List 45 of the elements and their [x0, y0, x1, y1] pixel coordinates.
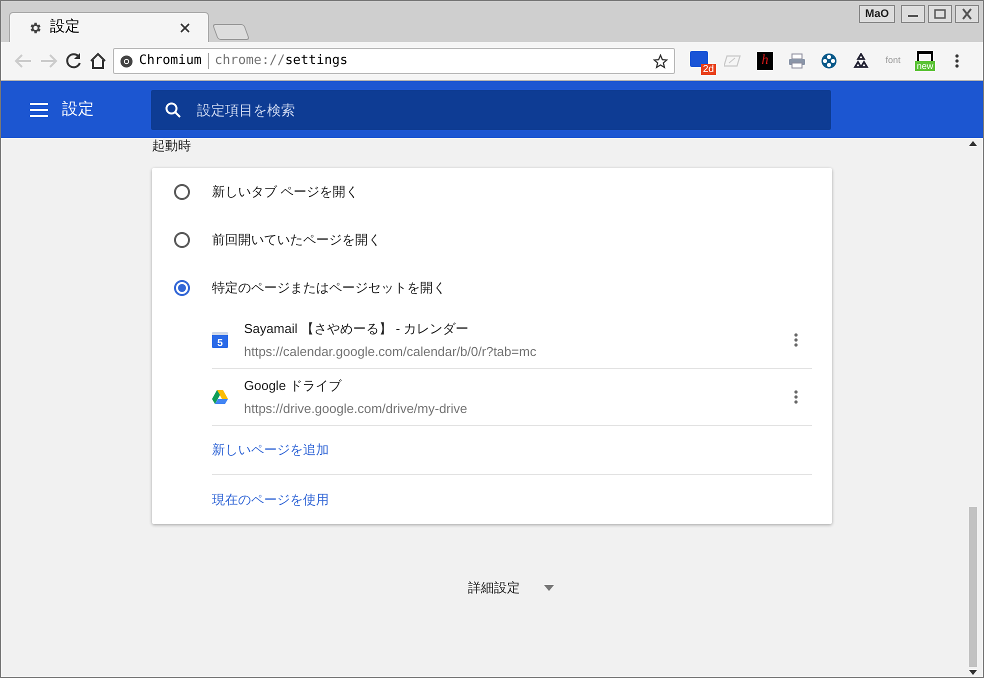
option-label: 新しいタブ ページを開く — [212, 183, 359, 202]
page-url: https://drive.google.com/drive/my-drive — [244, 400, 468, 418]
url-text: chrome://settings — [214, 52, 349, 70]
extension-badge: new — [914, 61, 936, 71]
link[interactable]: 新しいページを追加 — [212, 440, 329, 460]
menu-icon[interactable] — [955, 54, 959, 68]
calendar-icon: 5 — [212, 332, 228, 348]
font-extension-icon[interactable]: font — [885, 54, 900, 68]
more-icon[interactable] — [794, 333, 798, 347]
radio-button[interactable] — [174, 232, 190, 248]
page-url: https://calendar.google.com/calendar/b/0/r?tab=mc — [244, 342, 538, 361]
radio-button[interactable] — [174, 184, 190, 200]
search-field[interactable]: 設定項目を検索 — [151, 90, 831, 130]
wheel-icon[interactable] — [821, 53, 837, 69]
address-bar[interactable]: Chromium chrome://settings — [113, 48, 675, 74]
extension-badge: 2d — [700, 64, 716, 75]
menu-icon[interactable] — [30, 102, 48, 116]
chromium-icon — [120, 54, 133, 68]
settings-title: 設定 — [62, 100, 95, 120]
caret-icon[interactable] — [544, 584, 554, 591]
reload-icon[interactable] — [65, 52, 83, 70]
gear-icon — [28, 20, 42, 34]
section-title: 起動時 — [152, 138, 191, 155]
home-icon[interactable] — [89, 52, 107, 70]
minimize-icon[interactable] — [901, 5, 925, 23]
close-icon[interactable] — [180, 22, 190, 32]
more-icon[interactable] — [794, 390, 798, 404]
page-name: Sayamail 【さやめーる】 - カレンダー — [244, 320, 470, 338]
option-label: 特定のページまたはページセットを開く — [212, 279, 446, 298]
radio-button[interactable] — [174, 280, 190, 296]
search-icon — [165, 102, 181, 118]
maximize-icon[interactable] — [928, 5, 952, 23]
link[interactable]: 現在のページを使用 — [212, 490, 329, 510]
profile-button[interactable]: MaO — [859, 5, 895, 23]
page-name: Google ドライブ — [244, 377, 343, 395]
browser-tab[interactable]: 設定 — [9, 12, 209, 42]
close-icon[interactable] — [955, 5, 979, 23]
option-label: 前回開いていたページを開く — [212, 231, 381, 250]
site-name: Chromium — [139, 52, 202, 70]
h-extension-icon[interactable]: h — [757, 52, 773, 70]
advanced-settings-button[interactable]: 詳細設定 — [430, 578, 520, 598]
star-icon[interactable] — [653, 54, 668, 68]
drive-icon — [212, 390, 228, 404]
printer-icon[interactable] — [788, 53, 806, 69]
tab-title: 設定 — [50, 17, 81, 38]
